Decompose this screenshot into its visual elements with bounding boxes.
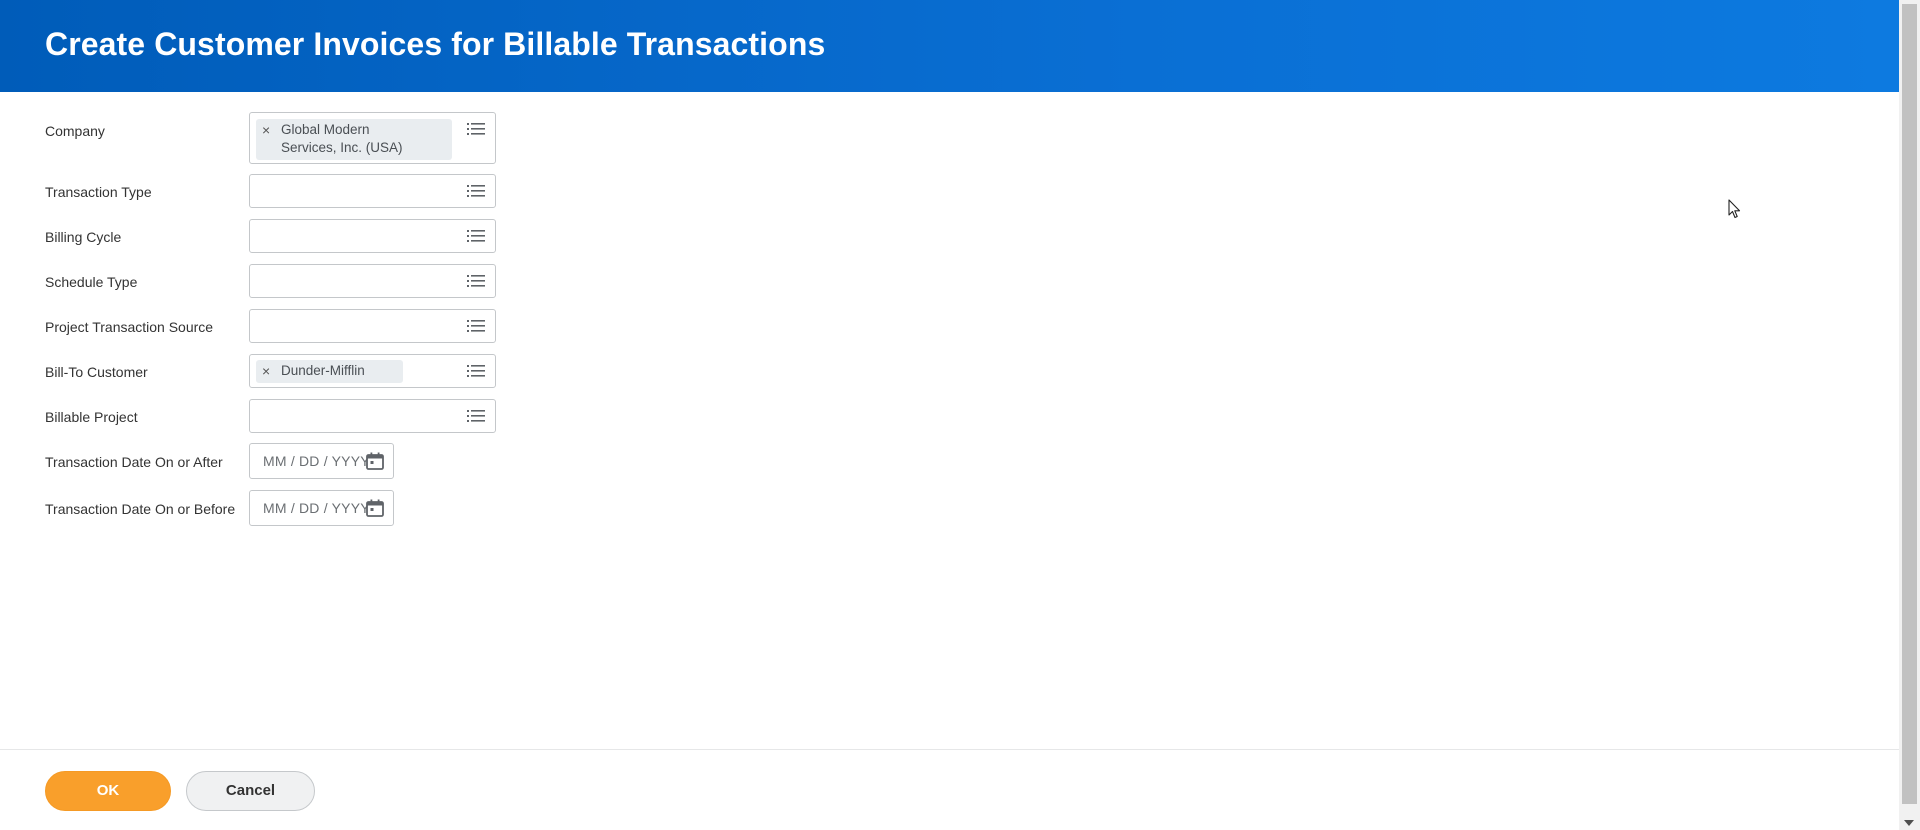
date-on-or-before-input[interactable]: MM / DD / YYYY	[249, 490, 394, 526]
bill-to-customer-selected: Dunder-Mifflin	[281, 363, 365, 378]
bill-to-customer-selected-pill: × Dunder-Mifflin	[256, 360, 403, 383]
billable-project-field[interactable]	[249, 399, 496, 433]
date-on-or-before-label: Transaction Date On or Before	[45, 501, 236, 517]
remove-customer-close-icon[interactable]: ×	[262, 362, 274, 380]
page: Create Customer Invoices for Billable Tr…	[0, 0, 1920, 830]
schedule-type-label: Schedule Type	[45, 274, 138, 290]
bill-to-customer-field[interactable]: × Dunder-Mifflin	[249, 354, 496, 388]
vertical-scrollbar[interactable]	[1899, 0, 1920, 830]
transaction-type-label: Transaction Type	[45, 184, 152, 200]
company-list-icon[interactable]	[467, 121, 485, 137]
action-footer: OK Cancel	[0, 749, 1899, 830]
date-on-or-after-calendar-icon[interactable]	[365, 451, 385, 471]
schedule-type-list-icon[interactable]	[467, 273, 485, 289]
scrollbar-thumb[interactable]	[1902, 4, 1917, 804]
company-selected-pill: × Global Modern Services, Inc. (USA)	[256, 119, 452, 160]
page-title: Create Customer Invoices for Billable Tr…	[45, 26, 826, 62]
bill-to-customer-list-icon[interactable]	[467, 363, 485, 379]
page-header: Create Customer Invoices for Billable Tr…	[0, 0, 1899, 92]
date-on-or-after-label: Transaction Date On or After	[45, 454, 223, 470]
billable-project-label: Billable Project	[45, 409, 138, 425]
transaction-type-list-icon[interactable]	[467, 183, 485, 199]
bill-to-customer-label: Bill-To Customer	[45, 364, 148, 380]
date-on-or-before-placeholder[interactable]: MM / DD / YYYY	[263, 500, 370, 516]
project-transaction-source-field[interactable]	[249, 309, 496, 343]
company-label: Company	[45, 123, 105, 139]
scroll-down-arrow-icon[interactable]	[1904, 820, 1914, 826]
project-transaction-source-label: Project Transaction Source	[45, 319, 214, 335]
remove-company-close-icon[interactable]: ×	[262, 121, 274, 139]
company-selected-line1: Global Modern	[281, 122, 370, 137]
billing-cycle-list-icon[interactable]	[467, 228, 485, 244]
cancel-button[interactable]: Cancel	[186, 771, 315, 811]
date-on-or-after-placeholder[interactable]: MM / DD / YYYY	[263, 453, 370, 469]
company-field[interactable]: × Global Modern Services, Inc. (USA)	[249, 112, 496, 164]
company-selected-line2: Services, Inc. (USA)	[281, 140, 403, 155]
transaction-type-field[interactable]	[249, 174, 496, 208]
billable-project-list-icon[interactable]	[467, 408, 485, 424]
billing-cycle-label: Billing Cycle	[45, 229, 122, 245]
date-on-or-after-input[interactable]: MM / DD / YYYY	[249, 443, 394, 479]
date-on-or-before-calendar-icon[interactable]	[365, 498, 385, 518]
ok-button[interactable]: OK	[45, 771, 171, 811]
mouse-cursor-icon	[1728, 199, 1741, 219]
project-transaction-source-list-icon[interactable]	[467, 318, 485, 334]
billing-cycle-field[interactable]	[249, 219, 496, 253]
schedule-type-field[interactable]	[249, 264, 496, 298]
